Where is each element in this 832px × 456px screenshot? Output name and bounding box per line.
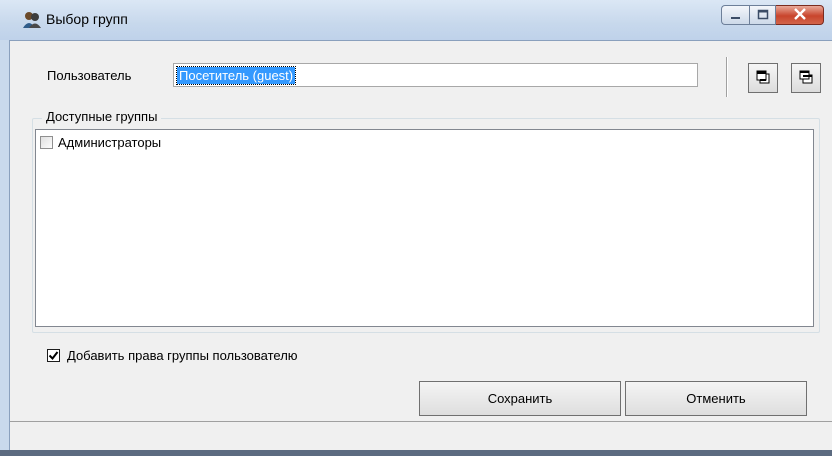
add-rights-checkbox[interactable] <box>47 349 60 362</box>
add-rights-option[interactable]: Добавить права группы пользователю <box>47 348 298 363</box>
status-bar <box>10 421 832 446</box>
close-button[interactable] <box>776 5 824 25</box>
restore-window-icon <box>798 69 814 88</box>
groups-title: Доступные группы <box>42 109 162 124</box>
cancel-button[interactable]: Отменить <box>625 381 807 416</box>
groups-list[interactable]: Администраторы <box>35 129 814 327</box>
title-bar[interactable]: Выбор групп <box>0 0 832 40</box>
window-frame-bottom <box>0 450 832 456</box>
save-button[interactable]: Сохранить <box>419 381 621 416</box>
dialog-window: Выбор групп Пользователь Посетитель (gue… <box>0 0 832 456</box>
copy-window-icon <box>755 69 771 88</box>
maximize-button[interactable] <box>749 5 776 25</box>
copy-window-button[interactable] <box>748 63 778 93</box>
save-button-label: Сохранить <box>487 391 553 406</box>
minimize-icon <box>730 8 742 23</box>
cancel-button-label: Отменить <box>686 391 746 406</box>
window-controls <box>721 5 824 27</box>
user-label: Пользователь <box>47 68 132 83</box>
user-field-value: Посетитель (guest) <box>175 66 297 85</box>
users-group-icon <box>22 10 42 30</box>
close-icon <box>793 7 807 23</box>
dialog-client-area: Пользователь Посетитель (guest) Доступны… <box>9 40 832 451</box>
restore-window-button[interactable] <box>791 63 821 93</box>
list-item[interactable]: Администраторы <box>40 135 161 150</box>
window-title: Выбор групп <box>46 11 128 27</box>
checkmark-icon <box>48 351 59 361</box>
group-checkbox[interactable] <box>40 136 53 149</box>
group-label: Администраторы <box>58 135 162 150</box>
minimize-button[interactable] <box>721 5 749 25</box>
add-rights-label: Добавить права группы пользователю <box>67 348 298 363</box>
toolbar-separator <box>726 57 727 97</box>
maximize-icon <box>757 8 769 23</box>
user-field[interactable]: Посетитель (guest) <box>173 63 698 87</box>
